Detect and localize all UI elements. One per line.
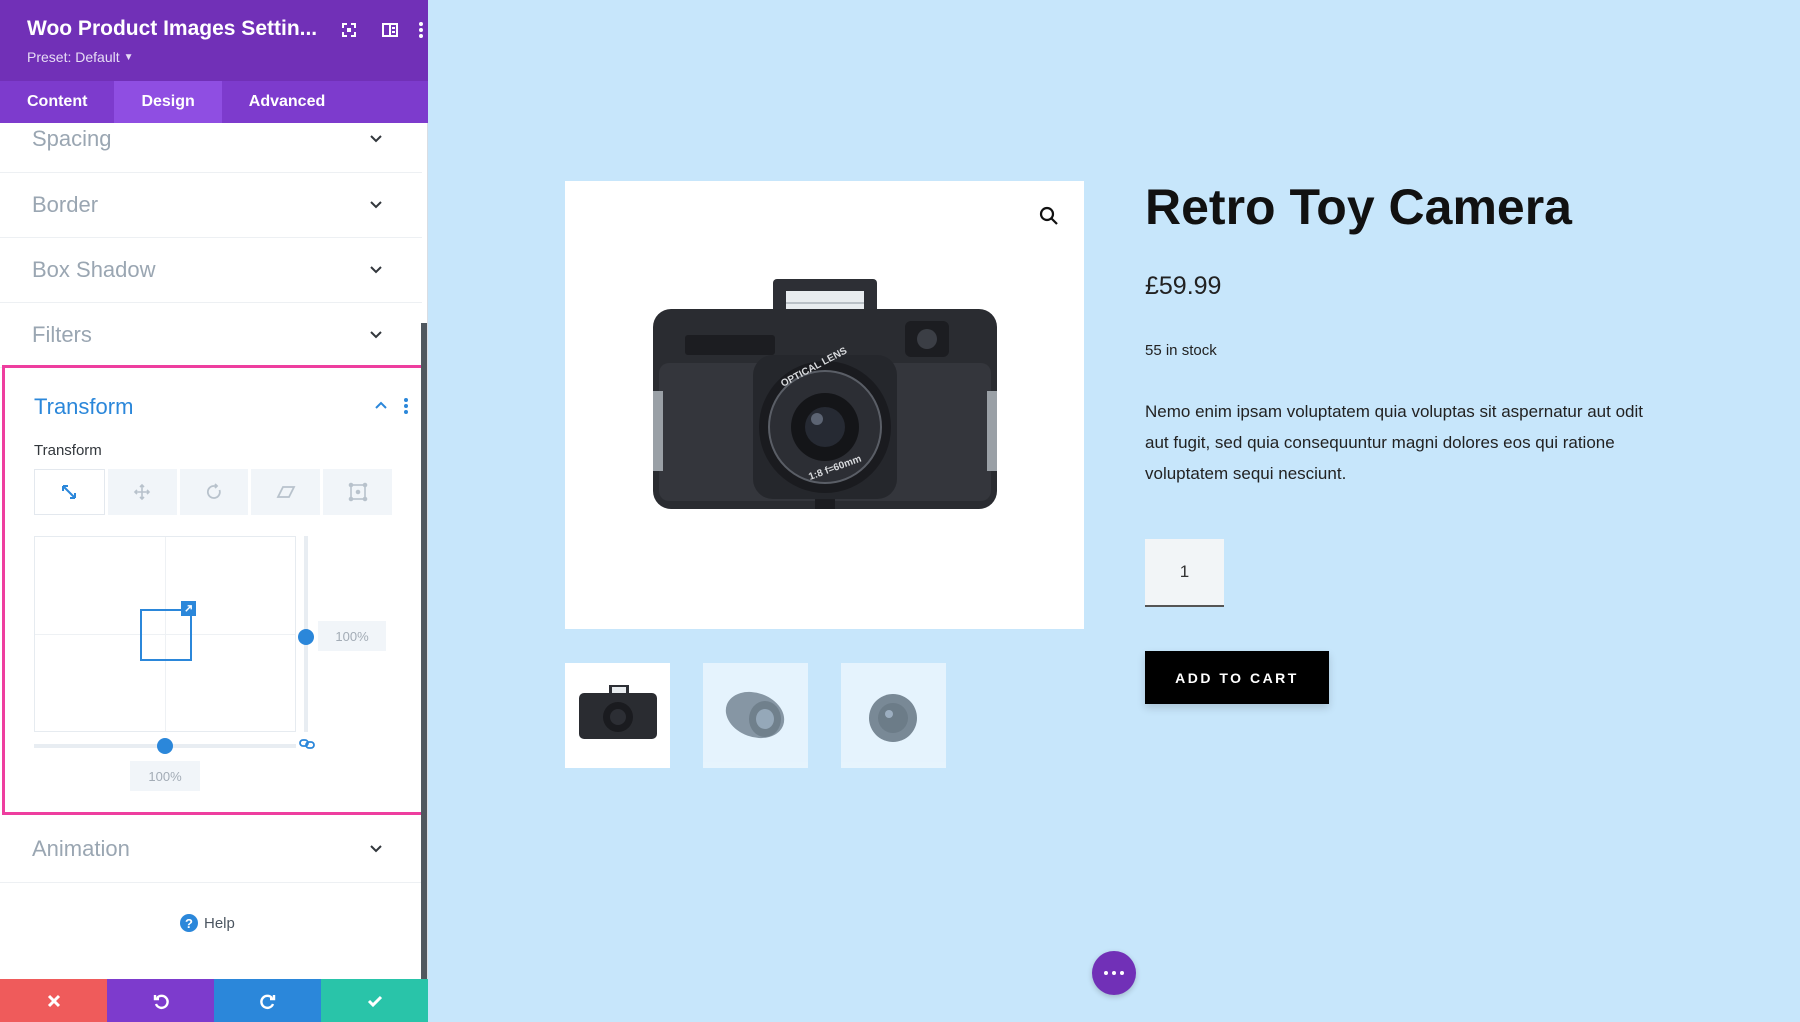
- scale-x-slider-handle[interactable]: [157, 738, 173, 754]
- quantity-input[interactable]: [1145, 539, 1224, 607]
- product-price: £59.99: [1145, 272, 1222, 300]
- more-vertical-icon[interactable]: [401, 397, 411, 415]
- add-to-cart-button[interactable]: ADD TO CART: [1145, 651, 1329, 704]
- section-border[interactable]: Border: [0, 173, 422, 238]
- skew-icon: [276, 486, 296, 498]
- link-icon[interactable]: [298, 736, 316, 752]
- lens-front-thumbnail: [869, 694, 917, 742]
- chevron-down-icon: [370, 845, 382, 853]
- product-description: Nemo enim ipsam voluptatem quia voluptas…: [1145, 402, 1643, 483]
- search-icon[interactable]: [1038, 205, 1060, 227]
- scale-resize-handle[interactable]: [181, 601, 196, 616]
- redo-icon: [259, 994, 275, 1009]
- check-icon: [367, 995, 382, 1007]
- section-box-shadow-label: Box Shadow: [32, 257, 156, 282]
- expand-icon: [185, 605, 192, 612]
- scale-preview-grid: [34, 536, 296, 732]
- undo-button[interactable]: [107, 979, 214, 1022]
- translate-icon: [134, 483, 151, 501]
- section-spacing-label: Spacing: [32, 126, 112, 151]
- chevron-down-icon: [370, 331, 382, 339]
- scale-y-value[interactable]: 100%: [318, 621, 386, 651]
- transform-skew-tab[interactable]: [251, 469, 321, 515]
- section-border-label: Border: [32, 192, 99, 217]
- redo-button[interactable]: [214, 979, 321, 1022]
- section-animation-label: Animation: [32, 836, 130, 861]
- save-button[interactable]: [321, 979, 428, 1022]
- chevron-down-icon: [370, 135, 382, 143]
- section-filters-label: Filters: [32, 322, 92, 347]
- page-settings-button[interactable]: [1092, 951, 1136, 995]
- stock-status: 55 in stock: [1145, 342, 1217, 359]
- discard-button[interactable]: [0, 979, 107, 1022]
- lens-thumbnail: [725, 691, 785, 739]
- origin-icon: [348, 482, 367, 502]
- camera-image: OPTICAL LENS 1:8 f=60mm: [653, 279, 997, 509]
- transform-scale-tab[interactable]: [34, 469, 105, 515]
- more-vertical-icon[interactable]: [416, 18, 426, 42]
- tab-design[interactable]: Design: [114, 81, 222, 123]
- preset-dropdown[interactable]: Preset: Default ▼: [27, 49, 134, 65]
- tab-content[interactable]: Content: [0, 81, 114, 123]
- panel-footer: [0, 979, 428, 1022]
- panel-scrollbar[interactable]: [421, 323, 427, 979]
- transform-rotate-tab[interactable]: [179, 469, 249, 515]
- help-link[interactable]: ? Help: [180, 912, 235, 934]
- scale-y-slider-handle[interactable]: [298, 629, 314, 645]
- rotate-icon: [206, 483, 221, 499]
- scale-preview-box: [140, 609, 192, 661]
- undo-icon: [153, 994, 169, 1009]
- section-transform: Transform Transform 100% 100%: [2, 365, 426, 815]
- caret-down-icon: ▼: [123, 52, 134, 63]
- chevron-up-icon[interactable]: [373, 398, 389, 414]
- camera-thumbnail: [579, 685, 657, 739]
- split-view-icon[interactable]: [378, 18, 402, 42]
- help-label: Help: [204, 914, 235, 932]
- section-filters[interactable]: Filters: [0, 303, 422, 368]
- more-horizontal-icon: [1120, 971, 1124, 975]
- preset-label: Preset: Default: [27, 49, 120, 65]
- panel-header: Woo Product Images Settin... Preset: Def…: [0, 0, 428, 81]
- fullscreen-icon[interactable]: [337, 18, 361, 42]
- more-horizontal-icon: [1104, 971, 1108, 975]
- help-icon: ?: [180, 914, 198, 932]
- tab-advanced[interactable]: Advanced: [222, 81, 352, 123]
- close-icon: [47, 994, 60, 1007]
- more-horizontal-icon: [1112, 971, 1116, 975]
- product-main-image[interactable]: OPTICAL LENS 1:8 f=60mm: [565, 181, 1084, 629]
- transform-field-label: Transform: [34, 442, 102, 459]
- panel-tabs: Content Design Advanced: [0, 81, 428, 123]
- transform-origin-tab[interactable]: [323, 469, 392, 515]
- transform-type-tabs: [34, 469, 392, 515]
- scale-icon: [62, 485, 77, 499]
- section-animation[interactable]: Animation: [0, 817, 422, 883]
- chevron-down-icon: [370, 201, 382, 209]
- section-spacing[interactable]: Spacing: [0, 123, 422, 173]
- product-title: Retro Toy Camera: [1145, 179, 1572, 235]
- section-box-shadow[interactable]: Box Shadow: [0, 238, 422, 303]
- product-thumbnail-2[interactable]: [703, 663, 808, 768]
- settings-panel: Woo Product Images Settin... Preset: Def…: [0, 0, 428, 1022]
- product-thumbnail-1[interactable]: [565, 663, 670, 768]
- transform-translate-tab[interactable]: [107, 469, 177, 515]
- panel-title: Woo Product Images Settin...: [27, 17, 318, 40]
- section-transform-title[interactable]: Transform: [34, 394, 133, 420]
- scale-x-value[interactable]: 100%: [130, 761, 200, 791]
- chevron-down-icon: [370, 266, 382, 274]
- product-thumbnail-3[interactable]: [841, 663, 946, 768]
